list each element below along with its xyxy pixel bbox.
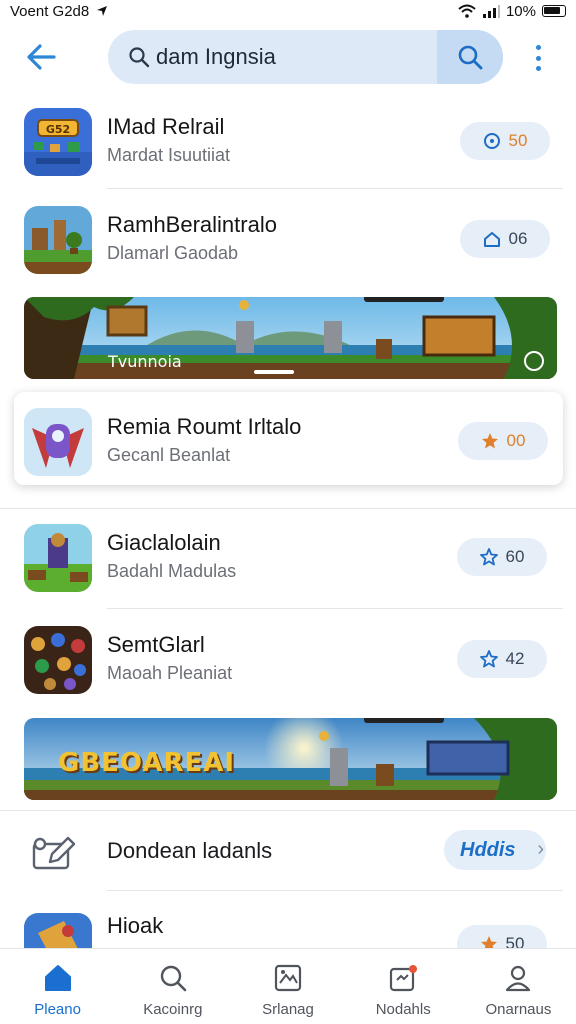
search-submit-icon <box>458 45 483 70</box>
app-icon <box>24 626 92 694</box>
rating-badge[interactable]: 42 <box>457 640 547 678</box>
search-icon <box>160 965 187 992</box>
app-title: Remia Roumt Irltalo <box>107 414 302 439</box>
action-button[interactable]: Hddis › <box>444 830 546 870</box>
home-icon <box>44 965 71 991</box>
nav-item-home[interactable]: Pleano <box>0 949 115 1024</box>
app-subtitle: Mardat Isuutiiat <box>107 145 231 165</box>
battery-icon <box>542 5 566 17</box>
app-subtitle: Dlamarl Gaodab <box>107 243 239 263</box>
badge-value: 00 <box>506 431 526 450</box>
list-item[interactable]: Hioak 50 <box>0 905 576 951</box>
promo-banner[interactable]: Tvunnoia <box>24 297 557 379</box>
back-arrow-icon[interactable] <box>24 40 58 74</box>
rating-badge[interactable]: 00 <box>458 422 548 460</box>
app-subtitle: Badahl Madulas <box>107 561 237 581</box>
app-title: IMad Relrail <box>107 114 225 139</box>
nav-label: Onarnaus <box>485 1001 552 1018</box>
banner-indicator-top <box>364 297 444 302</box>
badge-value: 42 <box>505 649 525 668</box>
wifi-icon <box>458 4 476 18</box>
nav-label: Nodahls <box>375 1001 431 1018</box>
nav-item-notifications[interactable]: Nodahls <box>346 949 461 1024</box>
app-title: Hioak <box>107 913 164 938</box>
divider <box>107 890 563 891</box>
badge-value: 50 <box>508 131 528 150</box>
nav-label: Pleano <box>34 1001 81 1018</box>
status-bar: Voent G2d8 10% <box>0 0 576 22</box>
banner-logo: GBEOAREAI <box>58 748 236 778</box>
action-text: Dondean ladanls <box>107 838 273 863</box>
action-button-label: Hddis <box>460 838 516 861</box>
badge-value: 60 <box>505 547 525 566</box>
app-title: Giaclalolain <box>107 530 221 555</box>
search-field[interactable]: dam Ingnsia <box>108 30 503 84</box>
location-icon <box>97 6 108 16</box>
app-icon <box>24 913 92 951</box>
carrier-label: Voent G2d8 <box>10 2 90 20</box>
list-item[interactable]: SemtGlarl Maoah Pleaniat 42 <box>0 618 576 714</box>
nav-item-search[interactable]: Kacoinrg <box>115 949 230 1024</box>
list-item[interactable]: G52 IMad Relrail Mardat Isuutiiat 50 <box>0 100 576 196</box>
app-icon: G52 <box>24 108 92 176</box>
app-icon <box>24 206 92 274</box>
nav-item-profile[interactable]: Onarnaus <box>461 949 576 1024</box>
nav-item-gallery[interactable]: Srlanag <box>230 949 345 1024</box>
profile-icon <box>506 965 531 992</box>
divider <box>0 810 576 811</box>
chevron-right-icon: › <box>537 838 544 860</box>
clock-icon <box>483 133 500 149</box>
action-row[interactable]: Dondean ladanls Hddis › <box>0 818 576 888</box>
divider <box>0 508 576 509</box>
promo-banner[interactable]: GBEOAREAI <box>24 718 557 800</box>
list-item[interactable]: RamhBeralintralo Dlamarl Gaodab 06 <box>0 198 576 294</box>
list-item-inner: Hioak 50 <box>0 905 576 951</box>
app-title: RamhBeralintralo <box>107 212 277 237</box>
rating-badge[interactable]: 06 <box>460 220 550 258</box>
star-outline-icon <box>479 548 498 566</box>
house-icon <box>483 232 500 247</box>
badge-value: 06 <box>508 229 528 248</box>
top-app-bar: dam Ingnsia <box>0 28 576 86</box>
more-options-icon[interactable] <box>528 42 548 74</box>
edit-icon <box>32 836 76 870</box>
search-button[interactable] <box>437 30 503 84</box>
list-item[interactable]: Remia Roumt Irltalo Gecanl Beanlat 00 <box>0 400 576 496</box>
divider <box>107 608 563 609</box>
search-icon <box>129 47 150 68</box>
star-outline-icon <box>479 650 498 668</box>
svg-text:G52: G52 <box>46 123 70 136</box>
star-icon <box>481 433 498 449</box>
battery-percent: 10% <box>505 2 536 20</box>
rating-badge[interactable]: 50 <box>460 122 550 160</box>
list-item[interactable]: Giaclalolain Badahl Madulas 60 <box>0 516 576 612</box>
app-title: SemtGlarl <box>107 632 205 657</box>
banner-indicator-top <box>364 718 444 723</box>
divider <box>107 188 563 189</box>
signal-icon <box>482 5 500 18</box>
nav-label: Srlanag <box>262 1001 314 1018</box>
app-icon <box>24 524 92 592</box>
gallery-icon <box>274 964 302 992</box>
nav-label: Kacoinrg <box>143 1001 203 1018</box>
app-subtitle: Maoah Pleaniat <box>107 663 233 683</box>
app-icon <box>24 408 92 476</box>
bottom-navigation: Pleano Kacoinrg Srlanag Nodahls Onarnaus <box>0 948 576 1024</box>
carousel-indicator <box>254 370 294 374</box>
notification-icon <box>390 965 418 992</box>
search-query[interactable]: dam Ingnsia <box>156 44 437 70</box>
banner-label: Tvunnoia <box>108 352 182 371</box>
rating-badge[interactable]: 60 <box>457 538 547 576</box>
app-subtitle: Gecanl Beanlat <box>107 445 231 465</box>
